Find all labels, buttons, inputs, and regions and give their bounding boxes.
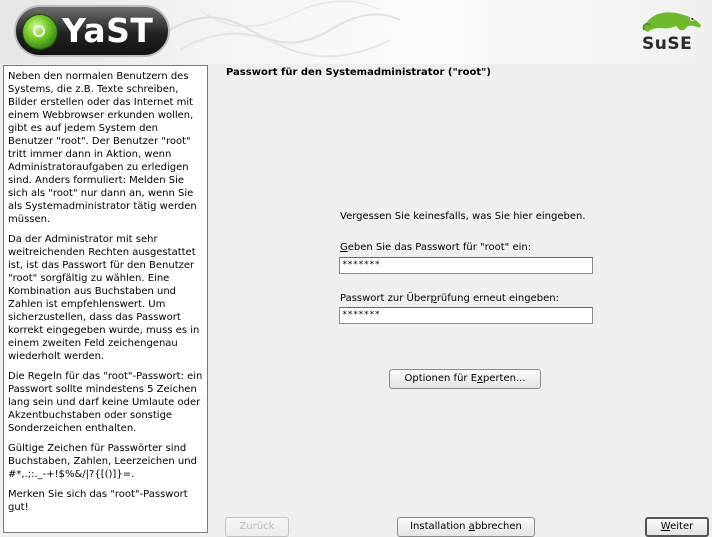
back-button[interactable]: Zurück — [225, 517, 289, 537]
expert-options-button[interactable]: Optionen für Experten... — [389, 369, 541, 389]
confirm-label-before: Passwort zur Über — [340, 293, 431, 304]
next-button[interactable]: Weiter — [645, 517, 709, 537]
next-button-after: eiter — [670, 521, 694, 532]
yast-logo-text: YaST — [62, 11, 154, 50]
header-decoration — [170, 0, 400, 58]
next-button-mnemonic: W — [660, 521, 671, 532]
help-paragraph: Da der Administrator mit sehr weitreiche… — [8, 234, 200, 362]
suse-logo: SuSE — [638, 8, 706, 58]
help-paragraph: Die Regeln für das "root"-Passwort: ein … — [8, 371, 203, 434]
password-label: Geben Sie das Passwort für "root" ein: — [340, 242, 531, 253]
abort-button-before: Installation — [410, 521, 469, 532]
help-paragraph: Merken Sie sich das "root"-Passwort gut! — [8, 489, 188, 513]
password-input[interactable]: ******* — [339, 257, 593, 274]
expert-button-before: Optionen für E — [404, 373, 478, 384]
confirm-password-input[interactable]: ******* — [339, 307, 593, 324]
help-text-panel[interactable]: Neben den normalen Benutzern des Systems… — [3, 65, 208, 533]
abort-button-after: bbrechen — [474, 521, 522, 532]
confirm-label-after: rüfung erneut eingeben: — [436, 293, 559, 304]
chameleon-icon — [642, 12, 701, 32]
password-label-text: eben Sie das Passwort für "root" ein: — [347, 242, 532, 253]
expert-button-after: perten... — [482, 373, 526, 384]
help-paragraph: Neben den normalen Benutzern des Systems… — [8, 71, 197, 225]
help-paragraph: Gültige Zeichen für Passwörter sind Buch… — [8, 443, 197, 480]
yast-logo: YaST — [14, 5, 170, 57]
suse-logo-text: SuSE — [642, 34, 693, 54]
dialog-title: Passwort für den Systemadministrator ("r… — [226, 67, 491, 78]
password-label-mnemonic: G — [340, 242, 348, 253]
abort-installation-button[interactable]: Installation abbrechen — [397, 517, 535, 537]
yast-header: YaST SuSE — [0, 0, 712, 64]
confirm-password-label: Passwort zur Überprüfung erneut eingeben… — [340, 293, 559, 304]
yast-ball-icon — [22, 14, 58, 50]
warning-text: Vergessen Sie keinesfalls, was Sie hier … — [340, 211, 586, 222]
